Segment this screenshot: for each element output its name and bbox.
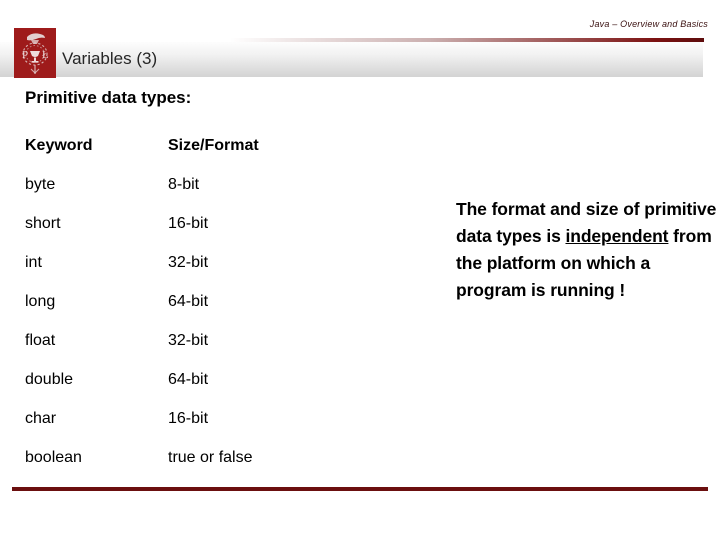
table-row: boolean true or false <box>25 438 348 477</box>
callout-emphasis: independent <box>565 226 669 246</box>
cell-keyword: char <box>25 410 57 427</box>
cell-keyword: byte <box>25 176 56 193</box>
table-row: double 64-bit <box>25 360 348 399</box>
cell-format: 64-bit <box>168 293 209 310</box>
table-row: float 32-bit <box>25 321 348 360</box>
cell-format: 32-bit <box>168 254 209 271</box>
cell-keyword: long <box>25 293 56 310</box>
cell-format: true or false <box>168 449 253 466</box>
table-row: byte 8-bit <box>25 165 348 204</box>
slide-header-note: Java – Overview and Basics <box>589 19 708 29</box>
cell-keyword: short <box>25 215 61 232</box>
university-crest-icon: P Ł <box>14 28 56 78</box>
cell-keyword: boolean <box>25 449 82 466</box>
cell-format: 16-bit <box>168 410 209 427</box>
cell-keyword: double <box>25 371 74 388</box>
cell-keyword: float <box>25 332 56 349</box>
column-header-keyword: Keyword <box>25 137 93 154</box>
crest-glyph: P Ł <box>22 33 49 74</box>
cell-format: 16-bit <box>168 215 209 232</box>
footer-rule <box>12 487 708 491</box>
cell-format: 8-bit <box>168 176 200 193</box>
primitive-types-table: Keyword Size/Format byte 8-bit short 16-… <box>25 126 348 477</box>
svg-text:Ł: Ł <box>42 49 49 61</box>
slide-canvas: Java – Overview and Basics P Ł Variables… <box>0 0 720 540</box>
table-body: Keyword Size/Format byte 8-bit short 16-… <box>25 126 348 477</box>
table-row: char 16-bit <box>25 399 348 438</box>
svg-text:P: P <box>22 49 28 61</box>
cell-format: 64-bit <box>168 371 209 388</box>
section-heading: Primitive data types: <box>25 88 192 107</box>
table-row: short 16-bit <box>25 204 348 243</box>
page-title: Variables (3) <box>62 49 158 68</box>
callout-note: The format and size of primitive data ty… <box>456 196 718 304</box>
table-row: int 32-bit <box>25 243 348 282</box>
table-header-row: Keyword Size/Format <box>25 126 348 165</box>
table-row: long 64-bit <box>25 282 348 321</box>
column-header-format: Size/Format <box>168 137 259 154</box>
cell-keyword: int <box>25 254 42 271</box>
cell-format: 32-bit <box>168 332 209 349</box>
